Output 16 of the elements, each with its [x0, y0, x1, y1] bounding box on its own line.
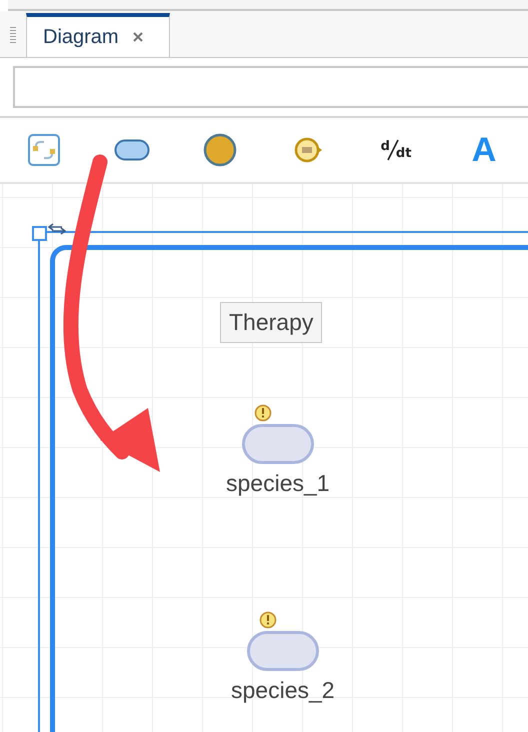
reaction-tool-icon: [293, 135, 323, 165]
swap-arrows-icon: [48, 223, 66, 235]
species-label: species_2: [231, 677, 335, 704]
compartment-tool-icon: [27, 133, 61, 167]
species-node[interactable]: [246, 631, 319, 671]
toolbar-button[interactable]: d dt: [352, 128, 440, 172]
search-field[interactable]: [13, 66, 528, 108]
resize-handle[interactable]: [32, 226, 47, 241]
compartment-label: Therapy: [220, 302, 322, 343]
species-label: species_1: [226, 470, 330, 497]
pill-icon: [114, 139, 150, 161]
text-tool-icon: A: [472, 130, 496, 170]
species-node[interactable]: [242, 424, 314, 464]
circle-icon: [203, 133, 237, 167]
close-icon[interactable]: [132, 32, 143, 42]
diagram-tab[interactable]: Diagram: [26, 13, 170, 57]
